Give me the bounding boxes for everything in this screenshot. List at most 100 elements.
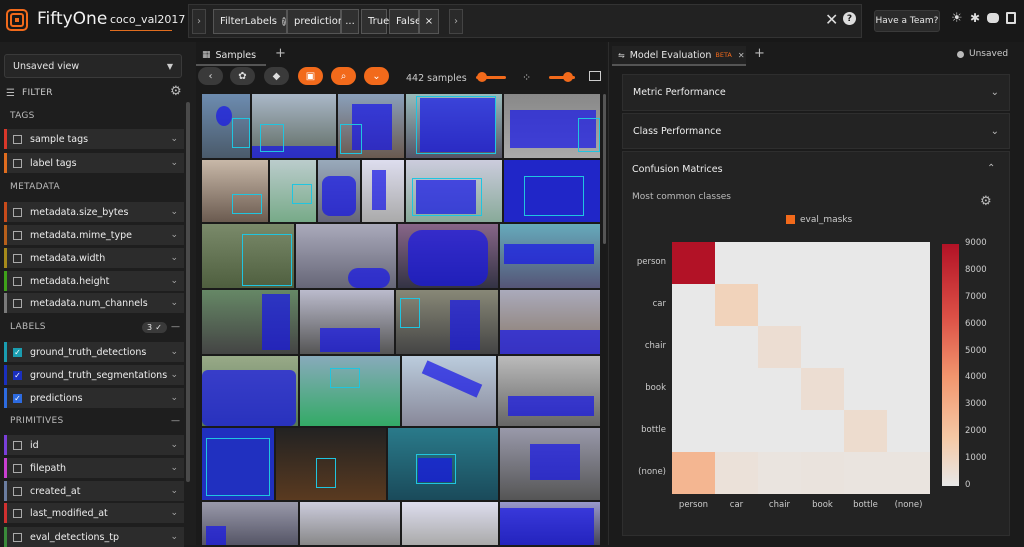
chevron-down-icon[interactable]: ⌄ <box>170 508 178 518</box>
evaluation-tab[interactable]: ⇋ Model Evaluation BETA ✕ <box>612 46 746 64</box>
checkbox-checked[interactable]: ✓ <box>13 347 22 357</box>
sample-thumbnail[interactable] <box>270 160 316 222</box>
sidebar-item-gt-detections[interactable]: ✓ ground_truth_detections ⌄ <box>4 342 184 362</box>
chevron-down-icon[interactable]: ⌄ <box>170 298 178 308</box>
search-icon[interactable]: ⌕ <box>331 67 356 85</box>
chevron-down-icon[interactable]: ⌄ <box>991 126 999 137</box>
section-title[interactable]: Confusion Matrices <box>632 164 723 175</box>
heatmap-cell[interactable] <box>672 368 715 410</box>
chevron-down-icon[interactable]: ⌄ <box>170 276 178 286</box>
heatmap-cell[interactable] <box>887 368 930 410</box>
heatmap-cell[interactable] <box>758 326 801 368</box>
heatmap-cell[interactable] <box>887 452 930 494</box>
sample-thumbnail[interactable] <box>202 160 268 222</box>
heatmap-cell[interactable] <box>801 452 844 494</box>
metric-performance-section[interactable]: Metric Performance ⌄ <box>622 74 1010 111</box>
sidebar-item-label-tags[interactable]: label tags ⌄ <box>4 153 184 173</box>
heatmap-cell[interactable] <box>801 242 844 284</box>
chevron-down-icon[interactable]: ⌄ <box>170 532 178 542</box>
add-panel-button[interactable]: + <box>754 46 765 61</box>
checkbox[interactable] <box>13 230 22 240</box>
heatmap-cell[interactable] <box>672 326 715 368</box>
sidebar-item-eval-tp[interactable]: eval_detections_tp ⌄ <box>4 527 184 547</box>
help-icon[interactable]: ? <box>281 17 286 26</box>
collapse-icon[interactable]: — <box>171 416 180 426</box>
clear-stage-icon[interactable]: × <box>419 9 439 34</box>
heatmap-cell[interactable] <box>801 410 844 452</box>
have-team-button[interactable]: Have a Team? <box>874 10 940 32</box>
grid-scrollbar[interactable] <box>603 94 606 244</box>
sidebar-item-mime-type[interactable]: metadata.mime_type ⌄ <box>4 225 184 245</box>
true-chip[interactable]: True <box>361 9 389 34</box>
sample-thumbnail[interactable] <box>252 94 336 158</box>
sample-thumbnail[interactable] <box>500 224 600 288</box>
heatmap-cell[interactable] <box>715 410 758 452</box>
fiftyone-logo-icon[interactable] <box>6 9 28 31</box>
back-button[interactable]: ‹ <box>198 67 223 85</box>
heatmap-cell[interactable] <box>672 452 715 494</box>
checkbox[interactable] <box>13 158 22 168</box>
heatmap-cell[interactable] <box>887 284 930 326</box>
sample-thumbnail[interactable] <box>300 502 400 545</box>
sample-thumbnail[interactable] <box>500 502 600 545</box>
heatmap-cell[interactable] <box>844 368 887 410</box>
sidebar-item-created-at[interactable]: created_at ⌄ <box>4 481 184 501</box>
sidebar-item-num-channels[interactable]: metadata.num_channels ⌄ <box>4 293 184 313</box>
field-chip[interactable]: predictions <box>287 9 349 34</box>
sample-thumbnail[interactable] <box>500 290 600 354</box>
checkbox-checked[interactable]: ✓ <box>13 370 22 380</box>
heatmap-cell[interactable] <box>758 452 801 494</box>
sample-thumbnail[interactable] <box>202 428 274 500</box>
heatmap-cell[interactable] <box>844 284 887 326</box>
checkbox[interactable] <box>13 508 22 518</box>
collapse-icon[interactable]: — <box>171 322 180 332</box>
heatmap-cell[interactable] <box>844 242 887 284</box>
sample-thumbnail[interactable] <box>202 290 298 354</box>
sidebar-item-sample-tags[interactable]: sample tags ⌄ <box>4 129 184 149</box>
class-performance-section[interactable]: Class Performance ⌄ <box>622 113 1010 149</box>
chevron-down-icon[interactable]: ⌄ <box>170 230 178 240</box>
chevron-down-icon[interactable]: ⌄ <box>170 370 178 380</box>
grid-view-icon[interactable]: ⁘ <box>522 71 531 84</box>
chevron-down-icon[interactable]: ⌄ <box>170 440 178 450</box>
heatmap-cell[interactable] <box>887 410 930 452</box>
heatmap-cell[interactable] <box>801 368 844 410</box>
heatmap-cell[interactable] <box>672 410 715 452</box>
heatmap-cell[interactable] <box>844 410 887 452</box>
settings-gear-icon[interactable]: ⚙ <box>170 84 182 99</box>
layout-icon[interactable] <box>589 71 601 81</box>
zoom-slider-handle[interactable] <box>477 72 487 82</box>
docs-icon[interactable] <box>1006 12 1016 24</box>
heatmap-cell[interactable] <box>887 242 930 284</box>
chevron-down-icon[interactable]: ⌄ <box>170 463 178 473</box>
sample-thumbnail[interactable] <box>296 224 396 288</box>
sample-thumbnail[interactable] <box>338 94 404 158</box>
sample-thumbnail[interactable] <box>402 356 496 426</box>
chevron-down-icon[interactable]: ⌄ <box>170 158 178 168</box>
close-tab-icon[interactable]: ✕ <box>738 51 745 60</box>
checkbox[interactable] <box>13 298 22 308</box>
chevron-down-icon[interactable]: ⌄ <box>170 347 178 357</box>
sample-thumbnail[interactable] <box>396 290 498 354</box>
checkbox[interactable] <box>13 134 22 144</box>
sample-thumbnail[interactable] <box>362 160 404 222</box>
heatmap-cell[interactable] <box>758 368 801 410</box>
chevron-down-icon[interactable]: ⌄ <box>170 253 178 263</box>
sidebar-item-predictions[interactable]: ✓ predictions ⌄ <box>4 388 184 408</box>
checkbox[interactable] <box>13 253 22 263</box>
sample-thumbnail[interactable] <box>500 428 600 500</box>
sidebar-item-height[interactable]: metadata.height ⌄ <box>4 271 184 291</box>
chevron-down-icon[interactable]: ⌄ <box>170 207 178 217</box>
heatmap-cell[interactable] <box>758 242 801 284</box>
sample-thumbnail[interactable] <box>300 356 400 426</box>
metadata-section[interactable]: METADATA <box>4 177 184 197</box>
sample-thumbnail[interactable] <box>406 94 502 158</box>
labels-count-badge[interactable]: 3 ✓ <box>142 321 168 333</box>
sample-thumbnail[interactable] <box>398 224 498 288</box>
chevron-down-icon[interactable]: ⌄ <box>170 393 178 403</box>
chevron-left-icon[interactable]: › <box>192 9 206 34</box>
sample-thumbnail[interactable] <box>202 94 250 158</box>
sample-thumbnail[interactable] <box>300 290 394 354</box>
checkbox-checked[interactable]: ✓ <box>13 393 22 403</box>
dropdown-icon[interactable]: ⌄ <box>364 67 389 85</box>
